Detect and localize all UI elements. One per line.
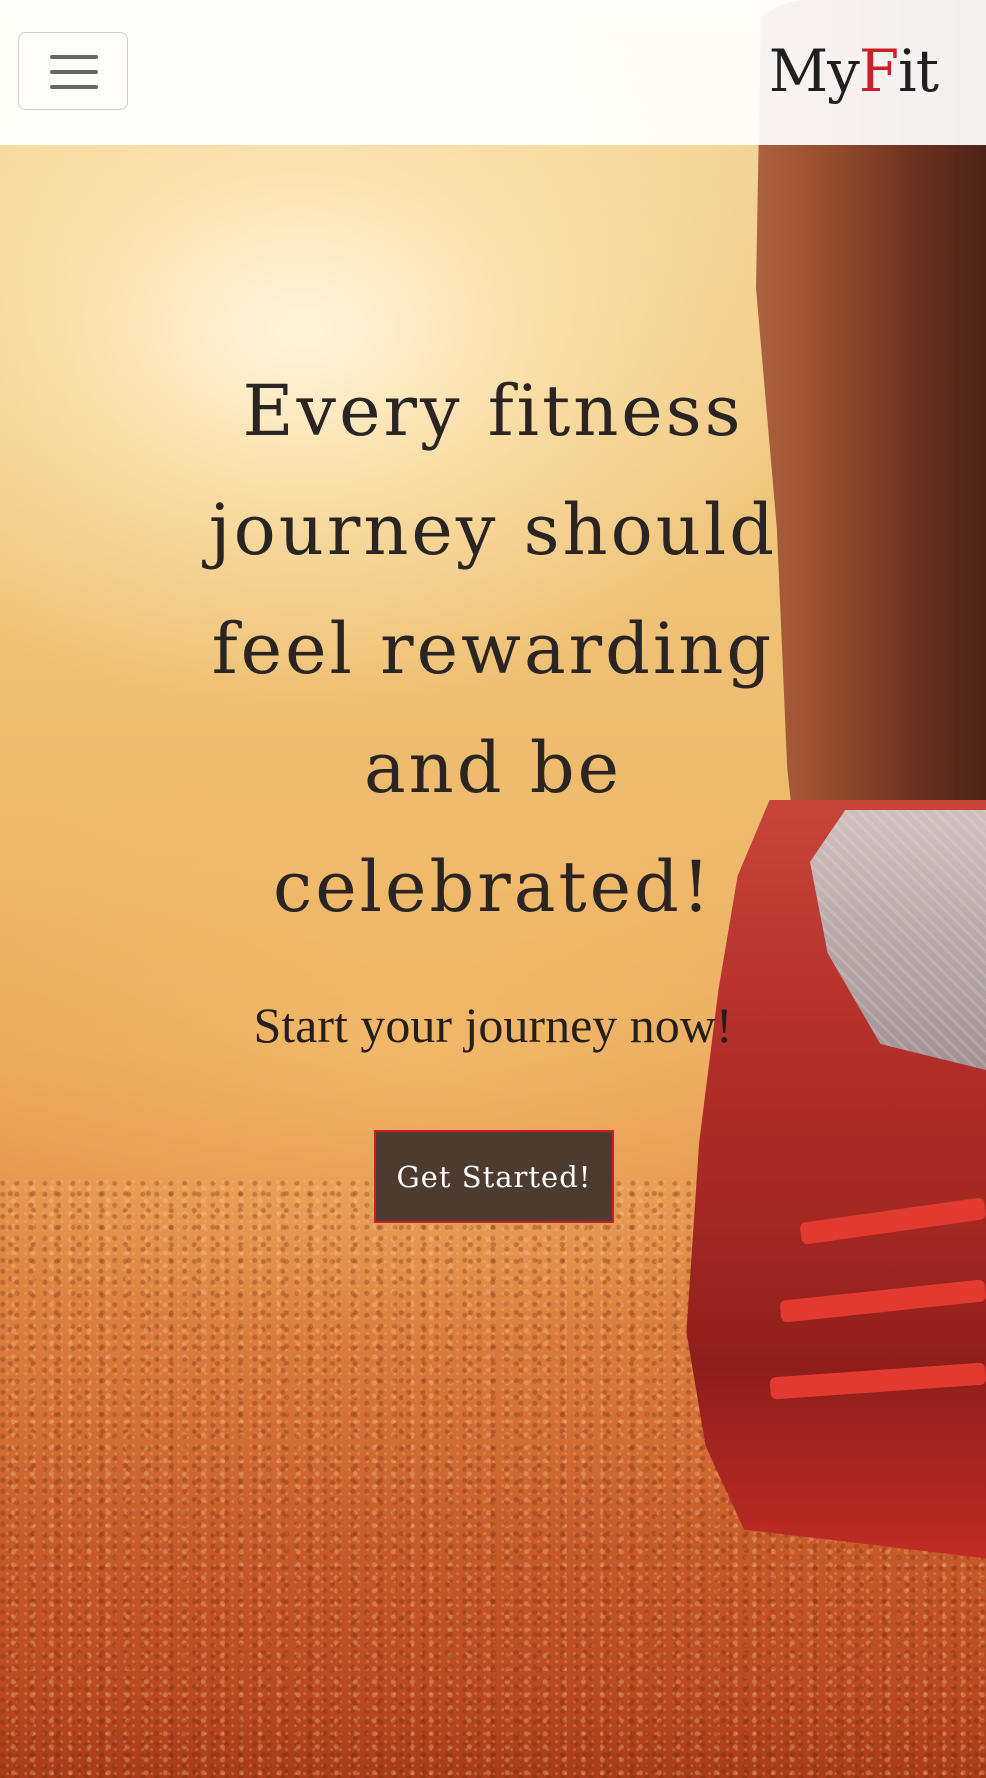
top-navbar: MyFit xyxy=(0,0,986,145)
brand-logo[interactable]: MyFit xyxy=(768,26,939,116)
landing-page: MyFit Every fitness journey should feel … xyxy=(0,0,986,1778)
hero-headline: Every fitness journey should feel reward… xyxy=(208,370,778,928)
hero-subheadline: Start your journey now! xyxy=(253,997,733,1053)
menu-toggle-button[interactable] xyxy=(18,32,128,110)
brand-suffix: it xyxy=(898,37,939,105)
brand-prefix: My xyxy=(768,37,860,105)
brand-accent-letter: F xyxy=(858,37,899,105)
get-started-button[interactable]: Get Started! xyxy=(374,1130,614,1223)
